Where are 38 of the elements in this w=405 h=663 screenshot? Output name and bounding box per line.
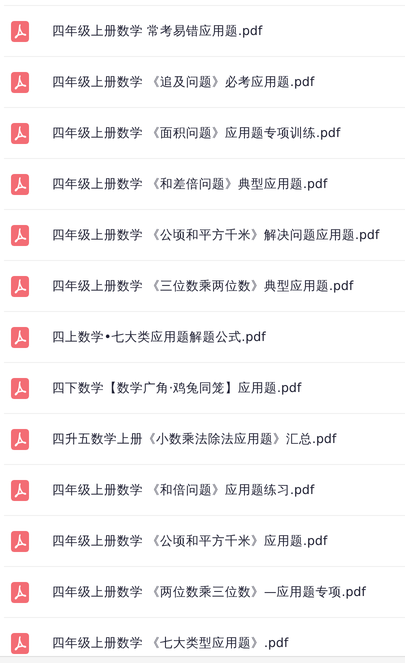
file-row[interactable]: 四年级上册数学 《追及问题》必考应用题.pdf — [4, 56, 405, 107]
file-row[interactable]: 四年级上册数学 《和倍问题》应用题练习.pdf — [4, 464, 405, 515]
file-row[interactable]: 四年级上册数学 《公顷和平方千米》应用题.pdf — [4, 515, 405, 566]
file-name: 四下数学【数学广角·鸡兔同笼】应用题.pdf — [52, 378, 302, 397]
file-row[interactable]: 四下数学【数学广角·鸡兔同笼】应用题.pdf — [4, 362, 405, 413]
pdf-icon — [11, 428, 29, 450]
pdf-icon — [11, 276, 29, 296]
pdf-icon — [11, 224, 29, 246]
pdf-icon — [11, 174, 29, 194]
file-name: 四年级上册数学 常考易错应用题.pdf — [52, 22, 262, 40]
file-row[interactable]: 四年级上册数学 《和差倍问题》典型应用题.pdf — [4, 158, 405, 209]
pdf-icon — [11, 632, 29, 654]
pdf-icon — [11, 72, 29, 92]
pdf-icon — [11, 582, 29, 602]
pdf-icon — [11, 20, 29, 42]
file-name: 四升五数学上册《小数乘法除法应用题》汇总.pdf — [52, 430, 336, 448]
pdf-icon — [11, 378, 29, 398]
file-row[interactable]: 四升五数学上册《小数乘法除法应用题》汇总.pdf — [4, 413, 405, 464]
file-name: 四年级上册数学 《公顷和平方千米》应用题.pdf — [52, 532, 328, 550]
file-row[interactable]: 四年级上册数学 常考易错应用题.pdf — [4, 5, 405, 56]
pdf-icon — [11, 326, 29, 348]
file-name: 四年级上册数学 《和倍问题》应用题练习.pdf — [52, 480, 314, 499]
file-name: 四上数学•七大类应用题解题公式.pdf — [52, 328, 266, 346]
pdf-icon — [11, 480, 29, 500]
pdf-icon — [11, 530, 29, 552]
file-name: 四年级上册数学 《公顷和平方千米》解决问题应用题.pdf — [52, 226, 380, 244]
file-row[interactable]: 四年级上册数学 《两位数乘三位数》—应用题专项.pdf — [4, 566, 405, 617]
file-row[interactable]: 四年级上册数学 《公顷和平方千米》解决问题应用题.pdf — [4, 209, 405, 260]
file-name: 四年级上册数学 《三位数乘两位数》典型应用题.pdf — [52, 276, 354, 295]
file-name: 四年级上册数学 《两位数乘三位数》—应用题专项.pdf — [52, 582, 366, 601]
file-row[interactable]: 四年级上册数学 《三位数乘两位数》典型应用题.pdf — [4, 260, 405, 311]
file-name: 四年级上册数学 《面积问题》应用题专项训练.pdf — [52, 124, 340, 142]
pdf-icon — [11, 122, 29, 144]
file-name: 四年级上册数学 《和差倍问题》典型应用题.pdf — [52, 174, 328, 193]
file-name: 四年级上册数学 《七大类型应用题》.pdf — [52, 634, 288, 652]
file-name: 四年级上册数学 《追及问题》必考应用题.pdf — [52, 72, 314, 91]
file-row[interactable]: 四年级上册数学 《面积问题》应用题专项训练.pdf — [4, 107, 405, 158]
file-row[interactable]: 四上数学•七大类应用题解题公式.pdf — [4, 311, 405, 362]
